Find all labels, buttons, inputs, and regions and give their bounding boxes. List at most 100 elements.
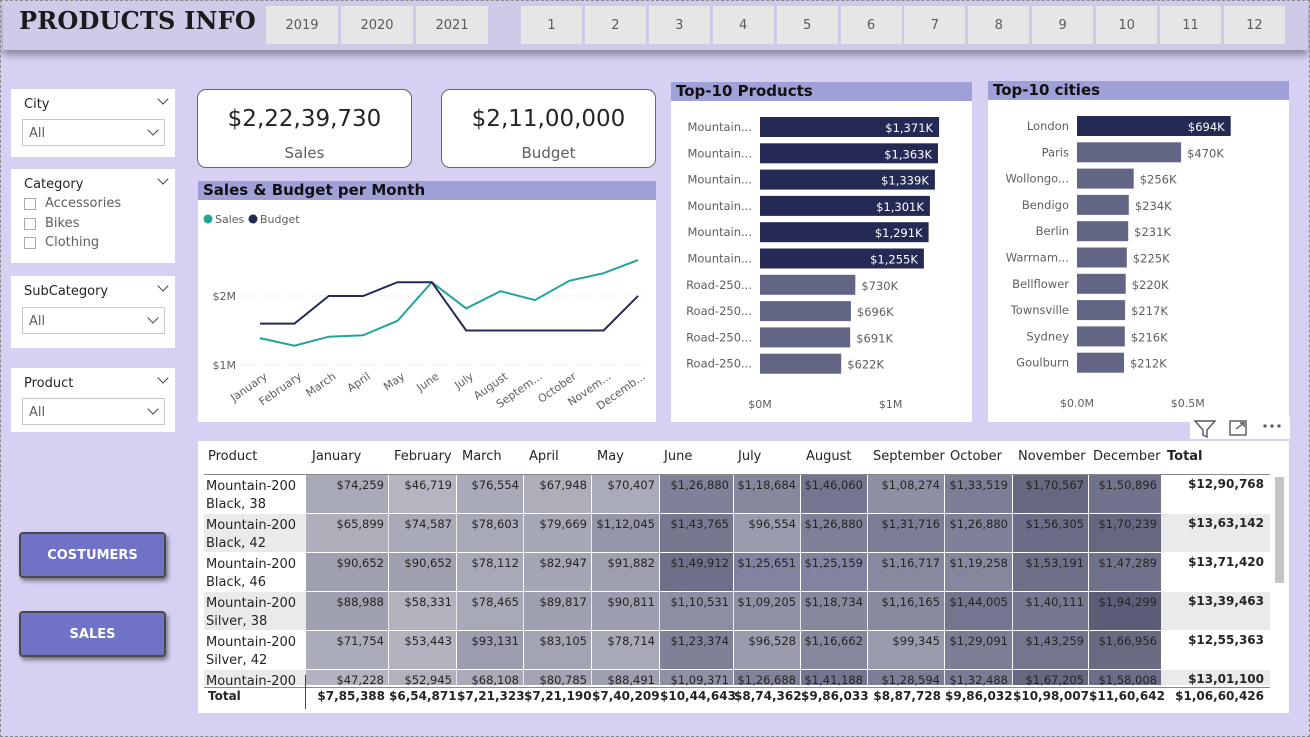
table-cell[interactable]: $47,228 — [306, 670, 388, 687]
column-header[interactable]: July — [738, 449, 761, 464]
table-cell[interactable]: $1,16,717 — [868, 553, 944, 591]
checkbox[interactable] — [24, 197, 36, 210]
month-button-6[interactable]: 6 — [840, 6, 902, 44]
table-cell[interactable]: $1,26,880 — [801, 514, 867, 552]
table-cell[interactable]: $90,652 — [389, 553, 456, 591]
table-cell[interactable]: $78,603 — [457, 514, 523, 552]
bar[interactable] — [1077, 273, 1126, 294]
table-cell[interactable]: $1,08,274 — [868, 475, 944, 513]
month-button-4[interactable]: 4 — [712, 6, 774, 44]
table-cell[interactable]: $1,26,688 — [734, 670, 800, 687]
focus-mode-icon[interactable] — [1229, 420, 1247, 436]
table-cell[interactable]: $76,554 — [457, 475, 523, 513]
column-header[interactable]: April — [529, 449, 559, 464]
column-header[interactable]: August — [806, 449, 852, 464]
table-cell[interactable]: $79,669 — [524, 514, 591, 552]
table-cell[interactable]: $67,948 — [524, 475, 591, 513]
table-cell[interactable]: $1,43,765 — [660, 514, 733, 552]
table-cell[interactable]: $89,817 — [524, 592, 591, 630]
table-cell[interactable]: $90,811 — [592, 592, 659, 630]
table-cell[interactable]: $1,25,651 — [734, 553, 800, 591]
column-header[interactable]: May — [597, 449, 624, 464]
table-cell[interactable]: $1,09,205 — [734, 592, 800, 630]
table-cell[interactable]: $1,10,531 — [660, 592, 733, 630]
more-options-icon[interactable] — [1263, 424, 1281, 428]
sales-nav-button[interactable]: SALES — [19, 611, 166, 657]
filter-icon[interactable] — [1193, 420, 1217, 439]
bar[interactable] — [1077, 300, 1126, 321]
table-cell[interactable]: $1,16,165 — [868, 592, 944, 630]
column-header[interactable]: February — [394, 449, 452, 464]
month-button-2[interactable]: 2 — [584, 6, 646, 44]
bar[interactable] — [1077, 352, 1124, 373]
table-cell[interactable]: $70,407 — [592, 475, 659, 513]
checkbox[interactable] — [24, 217, 36, 230]
month-button-9[interactable]: 9 — [1032, 6, 1094, 44]
table-cell[interactable]: $1,66,956 — [1089, 631, 1161, 669]
table-cell[interactable]: $1,25,159 — [801, 553, 867, 591]
customers-nav-button[interactable]: COSTUMERS — [19, 532, 166, 578]
column-header[interactable]: September — [873, 449, 945, 464]
category-option-clothing[interactable]: Clothing — [24, 235, 99, 250]
table-cell[interactable]: $1,31,716 — [868, 514, 944, 552]
column-header[interactable]: Total — [1167, 449, 1203, 464]
table-cell[interactable]: $78,465 — [457, 592, 523, 630]
table-cell[interactable]: $96,528 — [734, 631, 800, 669]
table-cell[interactable]: $1,46,060 — [801, 475, 867, 513]
table-cell[interactable]: $1,70,239 — [1089, 514, 1161, 552]
column-header[interactable]: January — [312, 449, 361, 464]
table-cell[interactable]: $88,988 — [306, 592, 388, 630]
table-cell[interactable]: $53,443 — [389, 631, 456, 669]
table-cell[interactable]: $1,70,567 — [1013, 475, 1088, 513]
month-button-3[interactable]: 3 — [648, 6, 710, 44]
table-cell[interactable]: $78,714 — [592, 631, 659, 669]
table-cell[interactable]: $83,105 — [524, 631, 591, 669]
table-cell[interactable]: $90,652 — [306, 553, 388, 591]
table-cell[interactable]: $52,945 — [389, 670, 456, 687]
bar[interactable] — [760, 353, 842, 374]
table-cell[interactable]: $88,491 — [592, 670, 659, 687]
table-cell[interactable]: $74,587 — [389, 514, 456, 552]
table-cell[interactable]: $91,882 — [592, 553, 659, 591]
category-option-bikes[interactable]: Bikes — [24, 216, 79, 231]
table-cell[interactable]: $1,18,734 — [801, 592, 867, 630]
month-button-5[interactable]: 5 — [776, 6, 838, 44]
table-cell[interactable]: $1,26,880 — [660, 475, 733, 513]
month-button-10[interactable]: 10 — [1096, 6, 1158, 44]
table-cell[interactable]: $80,785 — [524, 670, 591, 687]
table-cell[interactable]: $1,33,519 — [945, 475, 1012, 513]
table-cell[interactable]: $1,23,374 — [660, 631, 733, 669]
bar[interactable] — [1077, 194, 1129, 215]
year-button-2019[interactable]: 2019 — [266, 6, 338, 44]
table-cell[interactable]: $1,32,488 — [945, 670, 1012, 687]
bar[interactable] — [1077, 168, 1134, 189]
table-cell[interactable]: $1,19,258 — [945, 553, 1012, 591]
column-header[interactable]: Product — [208, 449, 257, 464]
bar[interactable] — [1077, 142, 1182, 163]
table-cell[interactable]: $93,131 — [457, 631, 523, 669]
chevron-down-icon[interactable] — [157, 372, 169, 384]
bar[interactable] — [760, 327, 851, 348]
table-cell[interactable]: $1,40,111 — [1013, 592, 1088, 630]
table-cell[interactable]: $1,67,205 — [1013, 670, 1088, 687]
month-button-11[interactable]: 11 — [1160, 6, 1221, 44]
table-cell[interactable]: $78,112 — [457, 553, 523, 591]
table-cell[interactable]: $74,259 — [306, 475, 388, 513]
table-cell[interactable]: $1,56,305 — [1013, 514, 1088, 552]
product-dropdown[interactable]: All — [22, 398, 165, 425]
table-cell[interactable]: $71,754 — [306, 631, 388, 669]
table-cell[interactable]: $82,947 — [524, 553, 591, 591]
table-cell[interactable]: $1,47,289 — [1089, 553, 1161, 591]
table-cell[interactable]: $1,12,045 — [592, 514, 659, 552]
table-cell[interactable]: $68,108 — [457, 670, 523, 687]
table-cell[interactable]: $1,28,594 — [868, 670, 944, 687]
table-cell[interactable]: $65,899 — [306, 514, 388, 552]
table-cell[interactable]: $1,09,371 — [660, 670, 733, 687]
table-cell[interactable]: $1,16,662 — [801, 631, 867, 669]
bar[interactable] — [1077, 247, 1127, 268]
month-button-12[interactable]: 12 — [1223, 6, 1285, 44]
table-cell[interactable]: $1,49,912 — [660, 553, 733, 591]
bar[interactable] — [760, 274, 856, 295]
chevron-down-icon[interactable] — [157, 173, 169, 185]
chevron-down-icon[interactable] — [157, 280, 169, 292]
